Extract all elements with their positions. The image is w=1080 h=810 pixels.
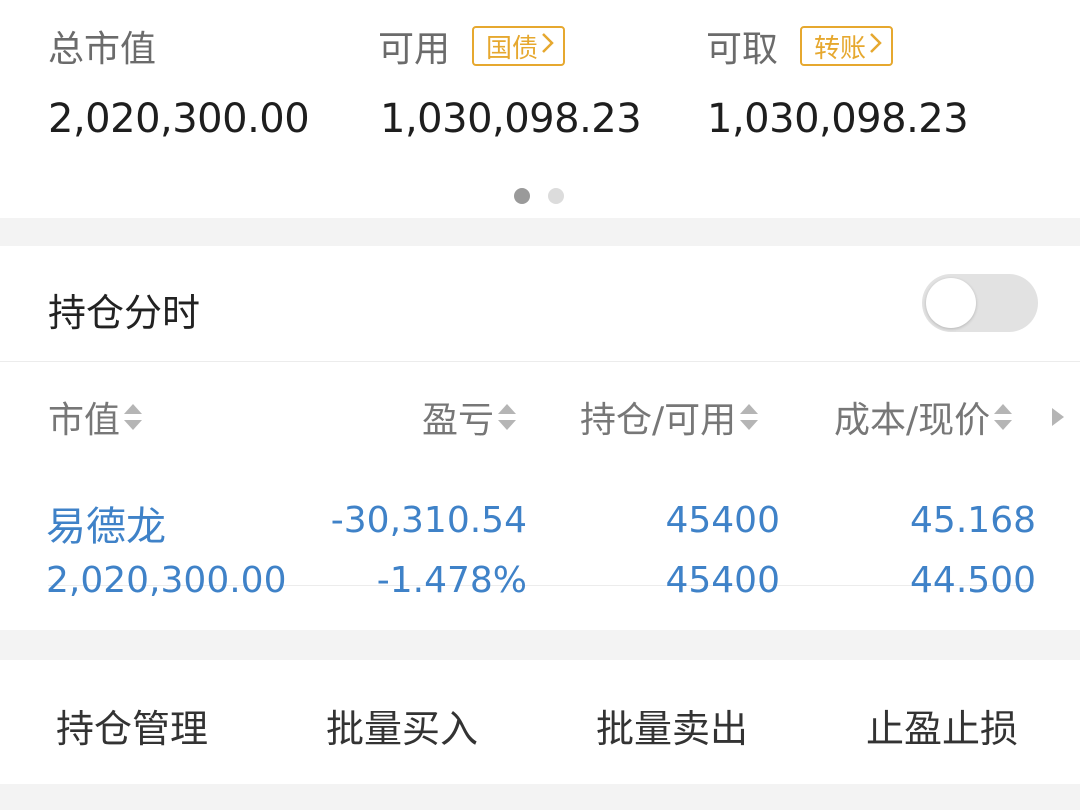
sort-icon — [122, 401, 144, 433]
chevron-right-icon — [541, 31, 555, 61]
available-label: 可用 — [378, 29, 451, 70]
stock-profit-loss-pct: -1.478% — [376, 560, 527, 601]
header-market-value[interactable]: 市值 — [48, 393, 144, 441]
sort-icon — [738, 401, 760, 433]
stock-available: 45400 — [665, 560, 780, 601]
treasury-bond-button[interactable]: 国债 — [472, 26, 566, 66]
position-intraday-label: 持仓分时 — [48, 291, 201, 335]
withdrawable-value: 1,030,098.23 — [707, 96, 969, 142]
batch-sell-button[interactable]: 批量卖出 — [596, 698, 748, 753]
total-market-value: 2,020,300.00 — [48, 96, 310, 142]
stop-profit-loss-button[interactable]: 止盈止损 — [866, 698, 1018, 753]
batch-buy-button[interactable]: 批量买入 — [326, 698, 478, 753]
stock-profit-loss: -30,310.54 — [330, 500, 527, 541]
withdrawable-label: 可取 — [706, 29, 779, 70]
header-cost-price-label: 成本/现价 — [834, 400, 991, 441]
transfer-label: 转账 — [814, 33, 867, 64]
header-position-available[interactable]: 持仓/可用 — [580, 393, 760, 441]
treasury-bond-label: 国债 — [486, 33, 539, 64]
header-market-value-label: 市值 — [48, 400, 121, 441]
position-intraday-row: 持仓分时 — [0, 246, 1080, 362]
chevron-right-icon — [869, 31, 883, 61]
header-cost-price[interactable]: 成本/现价 — [834, 393, 1014, 441]
sort-icon — [992, 401, 1014, 433]
scroll-right-icon[interactable] — [1050, 406, 1066, 432]
total-market-value-label: 总市值 — [48, 29, 157, 70]
header-position-available-label: 持仓/可用 — [580, 400, 737, 441]
stock-name: 易德龙 — [46, 504, 166, 550]
toggle-knob — [926, 278, 976, 328]
position-management-button[interactable]: 持仓管理 — [56, 698, 208, 753]
stock-cost: 45.168 — [910, 500, 1036, 541]
page-dot-2[interactable] — [548, 188, 564, 204]
page-indicator — [514, 188, 564, 204]
header-profit-loss[interactable]: 盈亏 — [422, 393, 518, 441]
holdings-card: 持仓分时 市值 盈亏 持仓/可用 成本/现价 易德龙 2,020,300.00 … — [0, 246, 1080, 630]
account-summary: 总市值 2,020,300.00 可用 国债 1,030,098.23 可取 转… — [0, 0, 1080, 218]
action-bar: 持仓管理 批量买入 批量卖出 止盈止损 — [0, 660, 1080, 784]
available-value: 1,030,098.23 — [380, 96, 642, 142]
stock-market-value: 2,020,300.00 — [46, 560, 287, 601]
transfer-button[interactable]: 转账 — [800, 26, 894, 66]
stock-position: 45400 — [665, 500, 780, 541]
page-dot-1[interactable] — [514, 188, 530, 204]
table-row[interactable]: 易德龙 2,020,300.00 -30,310.54 -1.478% 4540… — [0, 470, 1080, 630]
table-header: 市值 盈亏 持仓/可用 成本/现价 — [0, 363, 1080, 586]
stock-price: 44.500 — [910, 560, 1036, 601]
sort-icon — [496, 401, 518, 433]
position-intraday-toggle[interactable] — [922, 274, 1038, 332]
header-profit-loss-label: 盈亏 — [422, 400, 495, 441]
